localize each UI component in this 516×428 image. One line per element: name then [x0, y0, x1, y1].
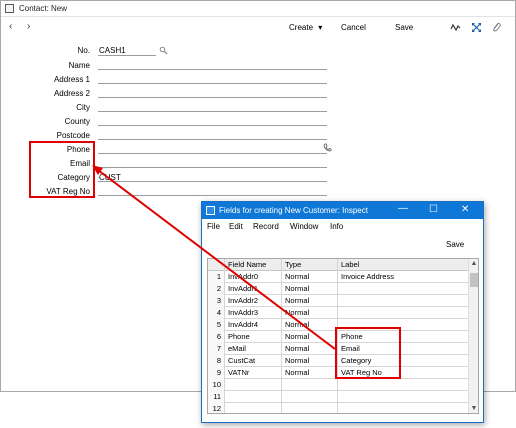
- red-arrow-connector: [92, 165, 336, 350]
